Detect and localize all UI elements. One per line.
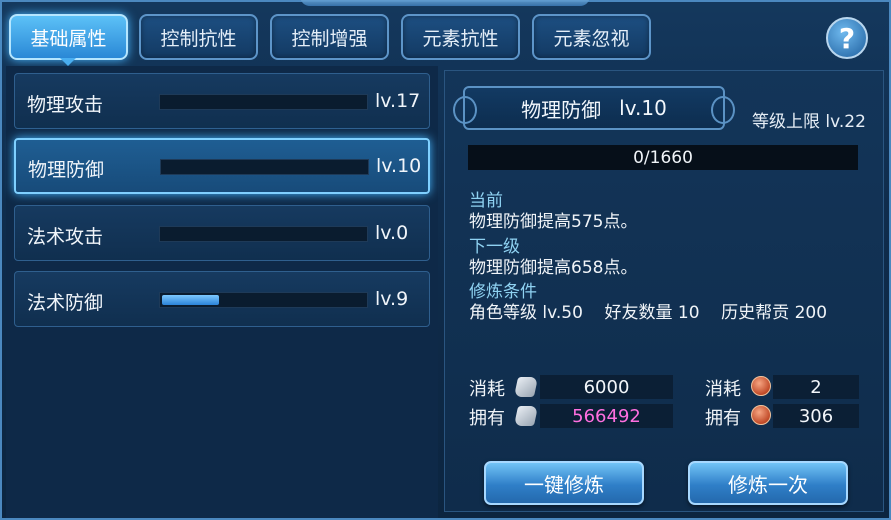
attribute-progress-bar	[159, 292, 368, 308]
tab-control-enhance[interactable]: 控制增强	[270, 14, 389, 60]
attribute-level: lv.17	[375, 90, 421, 112]
attribute-level: lv.0	[375, 222, 409, 244]
experience-bar: 0/1660	[468, 145, 858, 170]
current-effect: 物理防御提高575点。	[469, 212, 638, 232]
cultivate-once-button[interactable]: 修炼一次	[688, 461, 848, 505]
experience-text: 0/1660	[633, 147, 693, 168]
attribute-name: 法术防御	[27, 292, 104, 314]
detail-title-level: lv.10	[619, 96, 667, 120]
coin-own-value: 306	[773, 404, 859, 428]
detail-title-plate: 物理防御 lv.10	[453, 86, 735, 130]
attribute-row-physical-defense[interactable]: 物理防御 lv.10	[14, 138, 430, 194]
next-level-effect: 物理防御提高658点。	[469, 258, 638, 278]
condition-requirements: 角色等级 lv.50 好友数量 10 历史帮贡 200	[469, 303, 828, 323]
attribute-row-magic-defense[interactable]: 法术防御 lv.9	[14, 271, 430, 327]
one-key-cultivate-button[interactable]: 一键修炼	[484, 461, 644, 505]
attribute-row-magic-attack[interactable]: 法术攻击 lv.0	[14, 205, 430, 261]
scroll-consume-label: 消耗	[469, 379, 505, 400]
tab-element-resistance[interactable]: 元素抗性	[401, 14, 520, 60]
attribute-progress-bar	[159, 94, 368, 110]
top-ornament	[300, 0, 590, 6]
scroll-icon	[513, 377, 539, 397]
coin-consume-value: 2	[773, 375, 859, 399]
detail-title-name: 物理防御	[521, 97, 602, 122]
tab-basic-attributes[interactable]: 基础属性	[9, 14, 128, 60]
copper-coin-icon	[751, 376, 771, 396]
attribute-row-physical-attack[interactable]: 物理攻击 lv.17	[14, 73, 430, 129]
attribute-name: 物理防御	[28, 159, 105, 181]
scroll-consume-value: 6000	[540, 375, 673, 399]
attribute-name: 法术攻击	[27, 226, 104, 248]
attribute-name: 物理攻击	[27, 94, 104, 116]
tab-control-resistance[interactable]: 控制抗性	[139, 14, 258, 60]
scroll-icon	[513, 406, 539, 426]
attribute-progress-bar	[159, 226, 368, 242]
attribute-progress-fill	[162, 295, 219, 305]
active-tab-pointer	[60, 58, 76, 66]
tab-element-ignore[interactable]: 元素忽视	[532, 14, 651, 60]
attribute-level: lv.10	[376, 155, 422, 177]
attribute-level: lv.9	[375, 288, 409, 310]
copper-coin-icon	[751, 405, 771, 425]
max-level-label: 等级上限 lv.22	[752, 112, 866, 132]
attribute-progress-bar	[160, 159, 369, 175]
scroll-own-value: 566492	[540, 404, 673, 428]
coin-consume-label: 消耗	[705, 379, 741, 400]
help-button[interactable]: ?	[826, 17, 868, 59]
coin-own-label: 拥有	[705, 408, 741, 429]
scroll-own-label: 拥有	[469, 408, 505, 429]
